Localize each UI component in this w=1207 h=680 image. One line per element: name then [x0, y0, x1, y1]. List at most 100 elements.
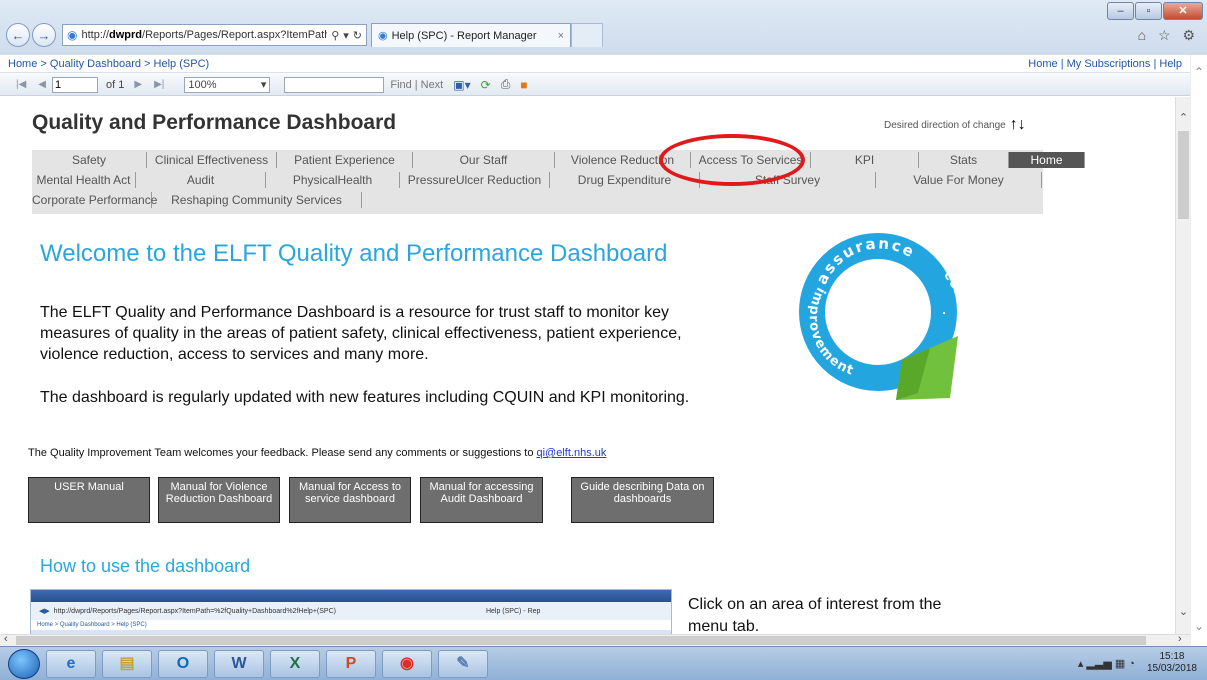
scroll-up-icon[interactable]: ⌃ — [1176, 111, 1191, 124]
menu-item-value-for-money[interactable]: Value For Money — [876, 172, 1042, 188]
print-icon[interactable]: ⎙ — [501, 77, 511, 92]
forward-arrow-icon: → — [37, 27, 51, 43]
chrome-taskbar-icon[interactable]: ◉ — [382, 650, 432, 678]
menu-item-clinical-effectiveness[interactable]: Clinical Effectiveness — [147, 152, 277, 168]
refresh-icon[interactable]: ↻ — [353, 29, 362, 42]
next-page-icon[interactable]: ▶ — [134, 79, 142, 90]
data-guide-button[interactable]: Guide describing Data on dashboards — [571, 477, 714, 523]
menu-item-pressureulcer-reduction[interactable]: PressureUlcer Reduction — [400, 172, 550, 188]
scroll-down-icon[interactable]: ⌄ — [1194, 619, 1204, 633]
page-number-input[interactable] — [52, 76, 98, 93]
feedback-text: The Quality Improvement Team welcomes yo… — [28, 447, 607, 459]
menu-item-mental-health-act[interactable]: Mental Health Act — [32, 172, 136, 188]
help-link[interactable]: Help — [1159, 58, 1182, 70]
internet-explorer-taskbar-icon[interactable]: e — [46, 650, 96, 678]
feedback-email-link[interactable]: qi@elft.nhs.uk — [537, 447, 607, 459]
report-content: Quality and Performance Dashboard Desire… — [0, 97, 1175, 634]
back-arrow-icon: ← — [11, 27, 25, 43]
my-subscriptions-link[interactable]: My Subscriptions — [1067, 58, 1151, 70]
menu-item-safety[interactable]: Safety — [32, 152, 147, 168]
hscroll-thumb[interactable] — [16, 636, 1146, 645]
menu-item-our-staff[interactable]: Our Staff — [413, 152, 555, 168]
taskbar: e ▤ O W X P ◉ ✎ ▴ ▂▃▅ ▦ ◔ 15:18 15/03/20… — [0, 646, 1207, 680]
page-title: Quality and Performance Dashboard — [32, 111, 397, 134]
start-button[interactable] — [8, 649, 40, 679]
menu-item-stats[interactable]: Stats — [919, 152, 1009, 168]
menu-item-physicalhealth[interactable]: PhysicalHealth — [266, 172, 400, 188]
paint-taskbar-icon[interactable]: ✎ — [438, 650, 488, 678]
welcome-heading: Welcome to the ELFT Quality and Performa… — [40, 240, 668, 267]
export-icon[interactable]: ▣▾ — [453, 78, 470, 92]
back-button[interactable]: ← — [6, 23, 30, 47]
home-link[interactable]: Home — [1028, 58, 1057, 70]
address-url: http://dwprd/Reports/Pages/Report.aspx?I… — [81, 29, 328, 41]
breadcrumb-quality-dashboard[interactable]: Quality Dashboard — [50, 58, 141, 70]
breadcrumb-home[interactable]: Home — [8, 58, 37, 70]
maximize-button[interactable]: ▫ — [1135, 2, 1162, 20]
find-link[interactable]: Find — [390, 79, 411, 91]
howto-heading: How to use the dashboard — [40, 556, 251, 576]
dashboard-menu: Safety Clinical Effectiveness Patient Expe… — [32, 150, 1085, 214]
browser-chrome: – ▫ ✕ ← → ◉ http://dwprd/Reports/Pages/R… — [0, 0, 1207, 55]
word-taskbar-icon[interactable]: W — [214, 650, 264, 678]
menu-item-reshaping-community-services[interactable]: Reshaping Community Services — [152, 192, 362, 208]
last-page-icon[interactable]: ▶| — [154, 79, 164, 90]
audit-dashboard-manual-button[interactable]: Manual for accessing Audit Dashboard — [420, 477, 543, 523]
access-to-service-manual-button[interactable]: Manual for Access to service dashboard — [289, 477, 411, 523]
direction-legend: Desired direction of change ↑↓ — [884, 116, 1026, 133]
report-toolbar: |◀ ◀ of 1 ▶ ▶| 100%▾ Find | Next ▣▾ ⟳ ⎙ … — [0, 74, 1190, 96]
previous-page-icon[interactable]: ◀ — [38, 79, 46, 90]
mini-nav-icon: ◀▶ — [39, 608, 50, 615]
dropdown-icon[interactable]: ▾ — [343, 29, 349, 42]
browser-tool-icons[interactable]: ⌂ ☆ ⚙ — [1138, 27, 1199, 44]
minimize-button[interactable]: – — [1107, 2, 1134, 20]
forward-button[interactable]: → — [32, 23, 56, 47]
menu-row-1: Safety Clinical Effectiveness Patient Expe… — [32, 150, 1085, 170]
menu-item-home[interactable]: Home — [1009, 152, 1085, 168]
report-vertical-scrollbar[interactable]: ⌃ ⌄ — [1175, 97, 1190, 634]
tab-help-spc[interactable]: ◉ Help (SPC) - Report Manager × — [371, 23, 571, 47]
highlight-circle — [659, 134, 805, 186]
address-bar[interactable]: ◉ http://dwprd/Reports/Pages/Report.aspx… — [62, 24, 367, 46]
first-page-icon[interactable]: |◀ — [16, 79, 26, 90]
scroll-left-icon[interactable]: ‹ — [4, 633, 8, 645]
file-explorer-taskbar-icon[interactable]: ▤ — [102, 650, 152, 678]
excel-taskbar-icon[interactable]: X — [270, 650, 320, 678]
new-tab-button[interactable] — [571, 23, 603, 47]
zoom-select[interactable]: 100% ▾ — [184, 76, 271, 93]
scroll-right-icon[interactable]: › — [1178, 633, 1182, 645]
close-tab-icon[interactable]: × — [558, 30, 564, 42]
close-button[interactable]: ✕ — [1163, 2, 1203, 20]
breadcrumb-current[interactable]: Help (SPC) — [154, 58, 210, 70]
atom-feed-icon[interactable]: ■ — [520, 78, 527, 92]
outlook-taskbar-icon[interactable]: O — [158, 650, 208, 678]
user-manual-button[interactable]: USER Manual — [28, 477, 150, 523]
find-input[interactable] — [284, 76, 385, 93]
menu-item-audit[interactable]: Audit — [136, 172, 266, 188]
search-icon[interactable]: ⚲ — [331, 29, 339, 42]
powerpoint-taskbar-icon[interactable]: P — [326, 650, 376, 678]
top-links: Home | My Subscriptions | Help — [1028, 57, 1182, 70]
menu-item-kpi[interactable]: KPI — [811, 152, 919, 168]
scroll-down-icon[interactable]: ⌄ — [1176, 605, 1191, 618]
ie-page-icon: ◉ — [378, 30, 388, 42]
menu-item-patient-experience[interactable]: Patient Experience — [277, 152, 413, 168]
chevron-down-icon: ▾ — [260, 79, 267, 91]
ie-page-icon: ◉ — [67, 28, 78, 42]
svg-text:improvement: improvement — [806, 285, 856, 379]
assurance-logo: assurance control improvement — [799, 233, 969, 400]
intro-paragraph: The ELFT Quality and Performance Dashboa… — [40, 304, 682, 363]
clock[interactable]: 15:18 15/03/2018 — [1147, 651, 1197, 675]
click-instruction: Click on an area of interest from the me… — [688, 596, 942, 634]
page-vertical-scrollbar[interactable]: ⌃ ⌄ — [1190, 55, 1207, 645]
scroll-thumb[interactable] — [1178, 131, 1189, 219]
violence-reduction-manual-button[interactable]: Manual for Violence Reduction Dashboard — [158, 477, 280, 523]
scroll-up-icon[interactable]: ⌃ — [1194, 65, 1204, 79]
update-paragraph: The dashboard is regularly updated with … — [40, 389, 690, 406]
refresh-icon[interactable]: ⟳ — [481, 78, 491, 92]
breadcrumb: Home > Quality Dashboard > Help (SPC) — [8, 57, 210, 70]
next-link[interactable]: Next — [421, 79, 444, 91]
tray-icons[interactable]: ▴ ▂▃▅ ▦ ◔ — [1078, 657, 1135, 670]
horizontal-scrollbar[interactable]: ‹ › — [0, 633, 1190, 646]
menu-item-corporate-performance[interactable]: Corporate Performance — [32, 192, 157, 208]
